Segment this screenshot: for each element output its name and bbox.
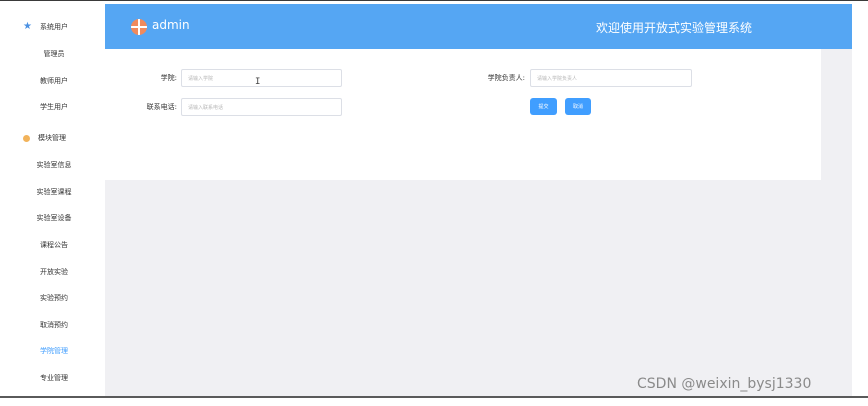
text-cursor-icon: I xyxy=(255,77,261,87)
college-label: 学院: xyxy=(160,74,177,82)
sidebar-item-lab-info[interactable]: 实验室信息 xyxy=(5,152,103,178)
sidebar-group-system-users[interactable]: ★ 系统用户 xyxy=(5,14,103,40)
phone-placeholder: 请输入联系电话 xyxy=(188,104,224,111)
sidebar-group-modules[interactable]: 模块管理 xyxy=(5,125,103,151)
college-leader-label: 学院负责人: xyxy=(487,74,525,82)
college-placeholder: 请输入学院 xyxy=(188,75,214,82)
window-bottom-border xyxy=(0,396,868,398)
system-title: 欢迎使用开放式实验管理系统 xyxy=(595,21,752,35)
cancel-button[interactable]: 取消 xyxy=(565,98,591,115)
phone-input[interactable]: 请输入联系电话 xyxy=(181,98,342,116)
sidebar-item-major-management[interactable]: 专业管理 xyxy=(5,365,103,391)
main-content: 学院: 请输入学院 I 学院负责人: 请输入学院负责人 联系电话: 请输入联系电… xyxy=(105,49,852,396)
college-leader-placeholder: 请输入学院负责人 xyxy=(537,75,578,82)
sidebar-item-course-notices[interactable]: 课程公告 xyxy=(5,232,103,258)
top-header: admin 欢迎使用开放式实验管理系统 xyxy=(105,4,852,49)
college-form-card: 学院: 请输入学院 I 学院负责人: 请输入学院负责人 联系电话: 请输入联系电… xyxy=(105,49,821,180)
window-top-border xyxy=(0,0,868,1)
sidebar-group-label: 系统用户 xyxy=(39,23,68,31)
watermark: CSDN @weixin_bysj1330 xyxy=(637,376,812,392)
sidebar-item-lab-courses[interactable]: 实验室课程 xyxy=(5,179,103,205)
sidebar-item-lab-equipment[interactable]: 实验室设备 xyxy=(5,205,103,231)
sidebar: ★ 系统用户 管理员 教师用户 学生用户 模块管理 实验室信息 实验室课程 实验… xyxy=(5,4,103,396)
college-input[interactable]: 请输入学院 xyxy=(181,69,342,87)
sidebar-item-teacher-users[interactable]: 教师用户 xyxy=(5,68,103,94)
avatar[interactable] xyxy=(131,19,147,35)
sidebar-item-open-experiments[interactable]: 开放实验 xyxy=(5,259,103,285)
star-icon: ★ xyxy=(23,21,32,32)
sidebar-group-label: 模块管理 xyxy=(38,134,66,142)
user-name[interactable]: admin xyxy=(152,18,190,32)
sidebar-item-experiment-booking[interactable]: 实验预约 xyxy=(5,285,103,311)
submit-button[interactable]: 提交 xyxy=(530,98,557,115)
module-icon xyxy=(23,134,30,142)
sidebar-item-cancel-booking[interactable]: 取消预约 xyxy=(5,312,103,338)
sidebar-item-student-users[interactable]: 学生用户 xyxy=(5,94,103,120)
phone-label: 联系电话: xyxy=(146,103,177,111)
college-leader-input[interactable]: 请输入学院负责人 xyxy=(530,69,692,87)
sidebar-item-admin[interactable]: 管理员 xyxy=(5,41,103,67)
sidebar-item-college-management[interactable]: 学院管理 xyxy=(5,338,103,364)
